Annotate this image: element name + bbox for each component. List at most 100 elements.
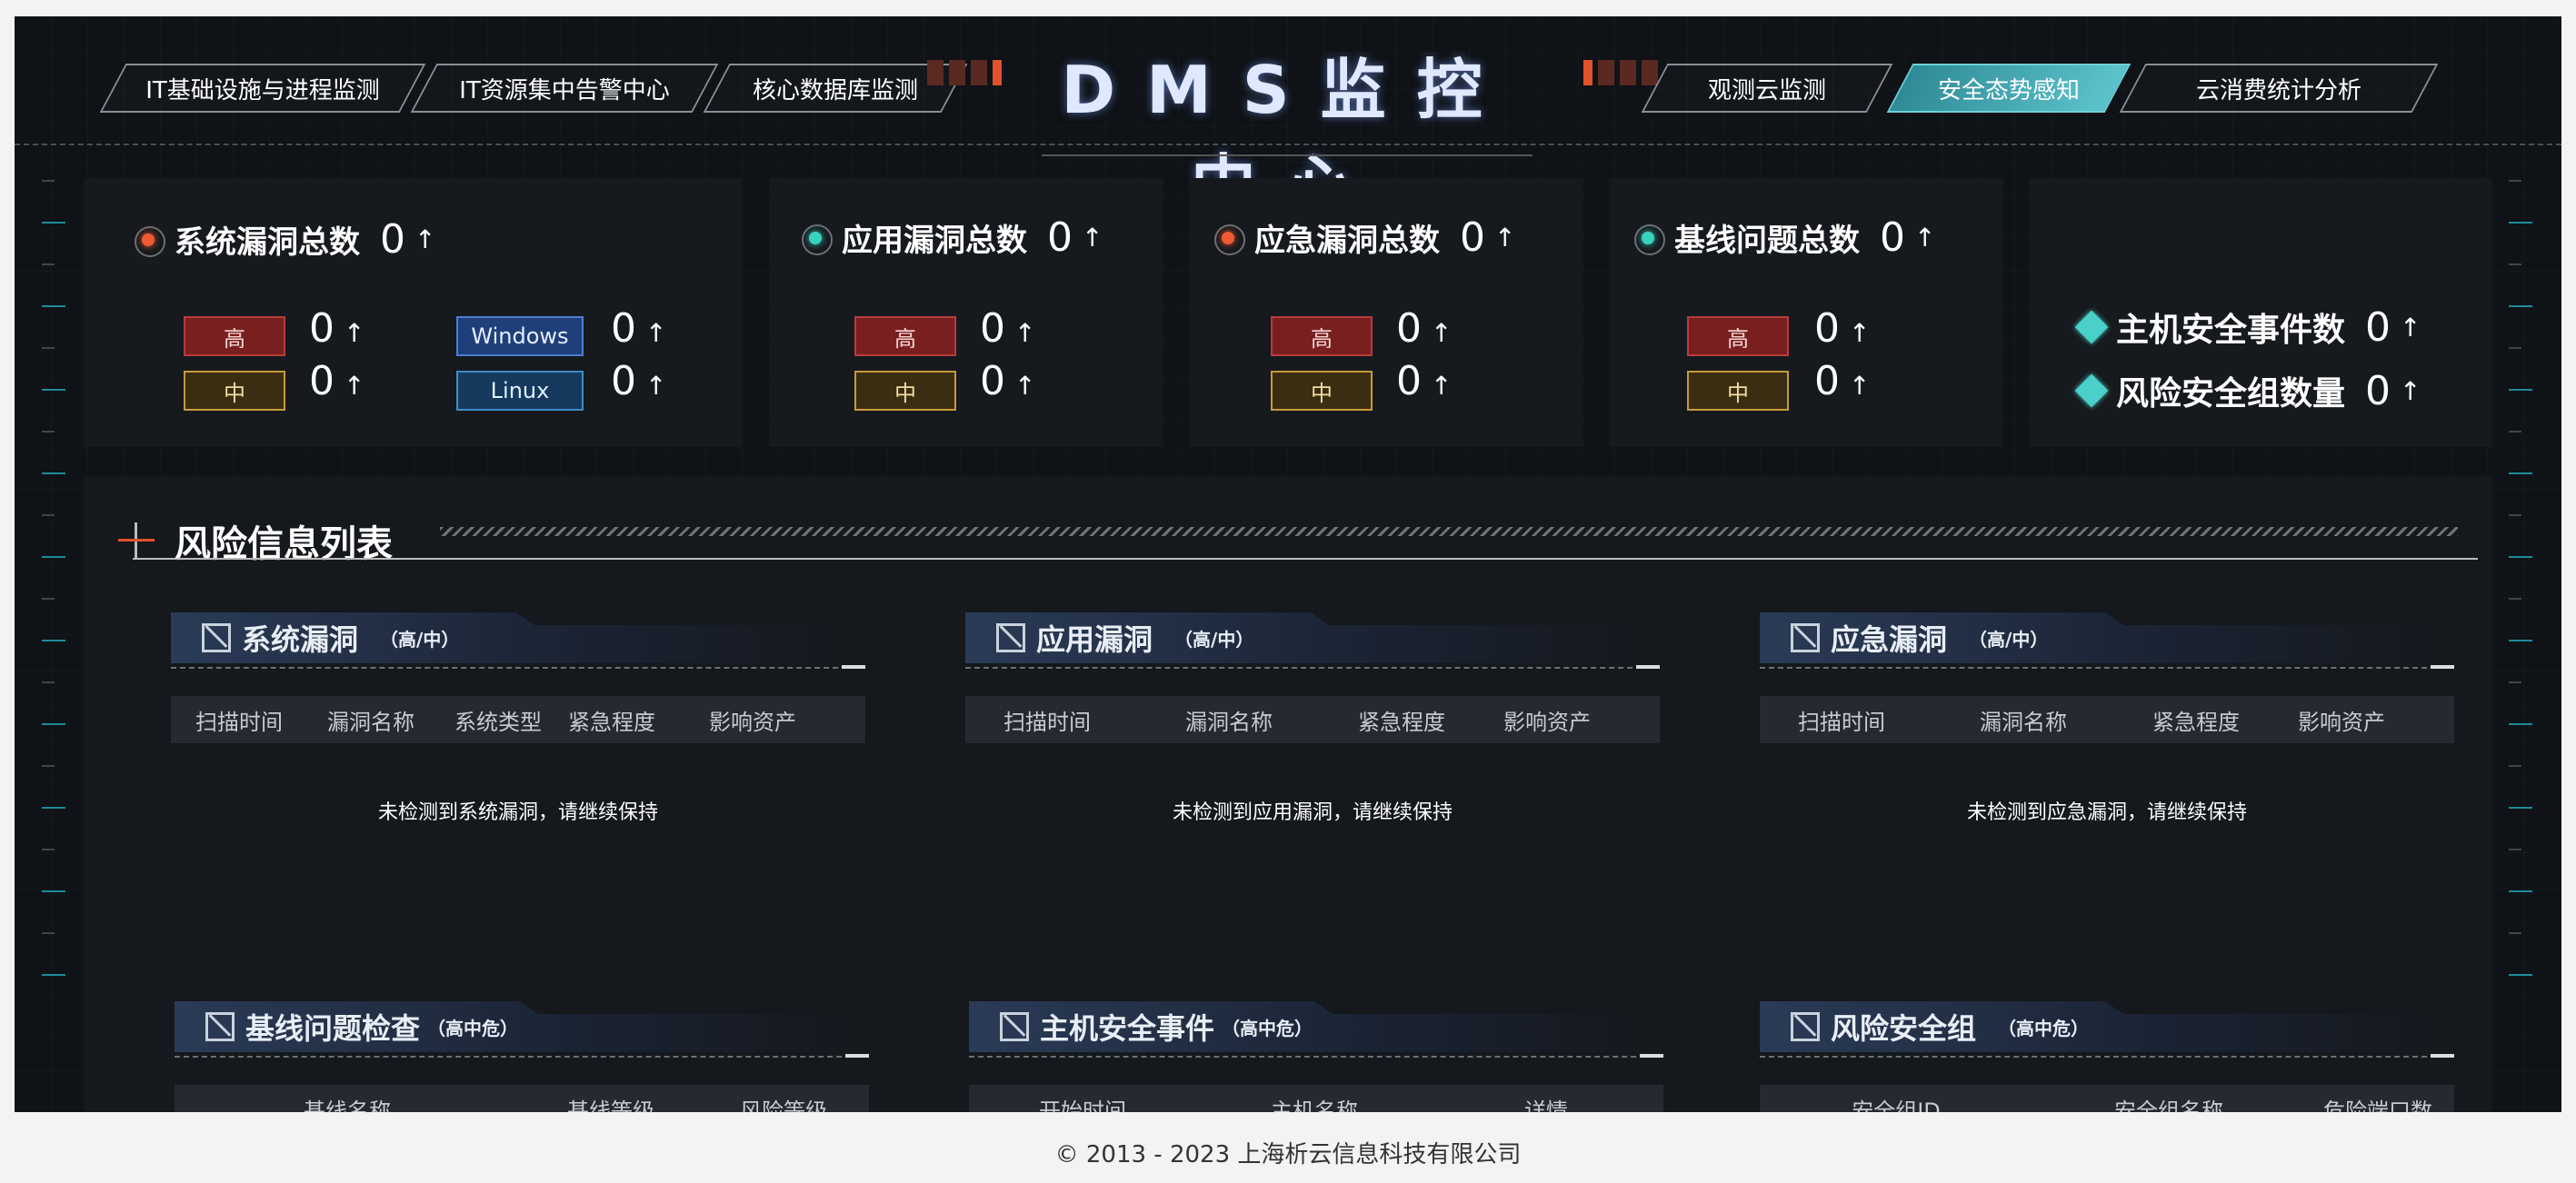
- expand-icon[interactable]: [1791, 623, 1820, 652]
- high-badge: 高: [1687, 316, 1789, 356]
- up-arrow-icon: ↑: [1914, 223, 1936, 253]
- host-events-table: 主机安全事件 （高中危） 开始时间 主机名称 详情: [969, 1001, 1663, 1112]
- app-vuln-total: 0: [1047, 214, 1073, 261]
- panel-system-vuln: 系统漏洞总数 0 ↑ 高 0 ↑ 中 0 ↑ Windows 0 ↑ Linux 0 ↑: [84, 178, 742, 447]
- target-icon: [794, 217, 836, 259]
- expand-icon[interactable]: [1000, 1012, 1029, 1041]
- panel-host-security: 主机安全事件数 0 ↑ 风险安全组数量 0 ↑: [2029, 178, 2492, 447]
- target-icon: [127, 219, 169, 261]
- up-arrow-icon: ↑: [1849, 318, 1871, 348]
- header: IT基础设施与进程监测 IT资源集中告警中心 核心数据库监测 DMS监控中心 观…: [15, 16, 2561, 224]
- diamond-icon: [2074, 373, 2109, 408]
- risk-title-underline: [133, 558, 2478, 560]
- dash-divider: [175, 1054, 869, 1065]
- tab-security-situation[interactable]: 安全态势感知: [1886, 64, 2132, 113]
- risk-security-group-table: 风险安全组 （高中危） 安全组ID 安全组名称 危险端口数: [1760, 1001, 2454, 1112]
- up-arrow-icon: ↑: [344, 371, 365, 401]
- up-arrow-icon: ↑: [1431, 318, 1453, 348]
- header-deco-right: [1583, 60, 1658, 85]
- expand-icon[interactable]: [205, 1012, 235, 1041]
- risk-title-stripes: [440, 527, 2458, 536]
- up-arrow-icon: ↑: [2400, 375, 2421, 406]
- system-vuln-table-header: 系统漏洞 （高/中）: [171, 612, 865, 663]
- host-events-table-header: 主机安全事件 （高中危）: [969, 1001, 1663, 1052]
- panel-emergency-vuln: 应急漏洞总数 0 ↑ 高 0 ↑ 中 0 ↑: [1189, 178, 1583, 447]
- diamond-icon: [2074, 310, 2109, 344]
- host-events-stat: 主机安全事件数 0 ↑: [2074, 303, 2421, 351]
- header-divider-center: [1042, 154, 1533, 160]
- system-vuln-total: 0: [380, 216, 405, 263]
- system-vuln-title: 系统漏洞总数 0 ↑: [127, 216, 435, 263]
- system-vuln-high-value: 0 ↑: [309, 305, 365, 352]
- table-head: 扫描时间 漏洞名称 系统类型 紧急程度 影响资产: [171, 696, 865, 743]
- high-badge: 高: [1271, 316, 1373, 356]
- high-badge: 高: [184, 316, 285, 356]
- up-arrow-icon: ↑: [1494, 223, 1516, 253]
- mid-badge: 中: [184, 371, 285, 411]
- up-arrow-icon: ↑: [1082, 223, 1103, 253]
- dash-divider: [969, 1054, 1663, 1065]
- header-divider: [15, 144, 2561, 153]
- system-vuln-linux-value: 0 ↑: [611, 358, 667, 404]
- emergency-vuln-table: 应急漏洞 （高/中） 扫描时间 漏洞名称 紧急程度 影响资产 未检测到应急漏洞，请…: [1760, 612, 2454, 825]
- empty-message: 未检测到系统漏洞，请继续保持: [377, 801, 658, 824]
- baseline-mid-value: 0 ↑: [1814, 358, 1871, 404]
- table-head: 扫描时间 漏洞名称 紧急程度 影响资产: [1760, 696, 2454, 743]
- emergency-vuln-table-header: 应急漏洞 （高/中）: [1760, 612, 2454, 663]
- empty-message: 未检测到应用漏洞，请继续保持: [1172, 801, 1453, 824]
- emergency-vuln-mid-value: 0 ↑: [1396, 358, 1453, 404]
- empty-message: 未检测到应急漏洞，请继续保持: [1966, 801, 2247, 824]
- tab-core-database[interactable]: 核心数据库监测: [703, 64, 968, 113]
- risk-groups-stat: 风险安全组数量 0 ↑: [2074, 367, 2421, 414]
- up-arrow-icon: ↑: [645, 318, 667, 348]
- dashboard-screen: IT基础设施与进程监测 IT资源集中告警中心 核心数据库监测 DMS监控中心 观…: [15, 16, 2561, 1112]
- system-vuln-windows-value: 0 ↑: [611, 305, 667, 352]
- tab-it-infrastructure[interactable]: IT基础设施与进程监测: [99, 64, 426, 113]
- up-arrow-icon: ↑: [344, 318, 365, 348]
- baseline-check-table-header: 基线问题检查 （高中危）: [175, 1001, 869, 1052]
- up-arrow-icon: ↑: [1014, 318, 1036, 348]
- table-head: 安全组ID 安全组名称 危险端口数: [1760, 1085, 2454, 1112]
- windows-badge: Windows: [456, 316, 584, 356]
- risk-info-section: 风险信息列表 系统漏洞 （高/中） 扫描时间 漏洞名称 系统类型 紧急程度 影响资…: [84, 476, 2492, 1112]
- risk-security-group-table-header: 风险安全组 （高中危）: [1760, 1001, 2454, 1052]
- dash-divider: [171, 665, 865, 676]
- dash-divider: [1760, 1054, 2454, 1065]
- tab-cloud-cost[interactable]: 云消费统计分析: [2119, 64, 2439, 113]
- target-icon: [1627, 217, 1669, 259]
- emergency-vuln-high-value: 0 ↑: [1396, 305, 1453, 352]
- expand-icon[interactable]: [202, 623, 231, 652]
- emergency-vuln-total: 0: [1460, 214, 1485, 261]
- panel-app-vuln: 应用漏洞总数 0 ↑ 高 0 ↑ 中 0 ↑: [769, 178, 1163, 447]
- table-head: 基线名称 基线等级 风险等级: [175, 1085, 869, 1112]
- left-ticks: [42, 180, 69, 1089]
- app-vuln-mid-value: 0 ↑: [980, 358, 1036, 404]
- emergency-vuln-title: 应急漏洞总数 0 ↑: [1207, 214, 1515, 261]
- up-arrow-icon: ↑: [414, 224, 436, 254]
- up-arrow-icon: ↑: [1849, 371, 1871, 401]
- up-arrow-icon: ↑: [645, 371, 667, 401]
- linux-badge: Linux: [456, 371, 584, 411]
- app-vuln-table-header: 应用漏洞 （高/中）: [965, 612, 1660, 663]
- up-arrow-icon: ↑: [2400, 312, 2421, 343]
- app-vuln-title: 应用漏洞总数 0 ↑: [794, 214, 1103, 261]
- app-vuln-table: 应用漏洞 （高/中） 扫描时间 漏洞名称 紧急程度 影响资产 未检测到应用漏洞，请…: [965, 612, 1660, 825]
- mid-badge: 中: [854, 371, 956, 411]
- expand-icon[interactable]: [996, 623, 1025, 652]
- tab-it-alert-center[interactable]: IT资源集中告警中心: [410, 64, 719, 113]
- baseline-check-table: 基线问题检查 （高中危） 基线名称 基线等级 风险等级: [175, 1001, 869, 1112]
- tab-observability[interactable]: 观测云监测: [1641, 64, 1893, 113]
- system-vuln-table: 系统漏洞 （高/中） 扫描时间 漏洞名称 系统类型 紧急程度 影响资产 未检测到系…: [171, 612, 865, 825]
- move-icon: [116, 521, 156, 561]
- table-head: 开始时间 主机名称 详情: [969, 1085, 1663, 1112]
- up-arrow-icon: ↑: [1431, 371, 1453, 401]
- panel-baseline: 基线问题总数 0 ↑ 高 0 ↑ 中 0 ↑: [1609, 178, 2003, 447]
- baseline-high-value: 0 ↑: [1814, 305, 1871, 352]
- expand-icon[interactable]: [1791, 1012, 1820, 1041]
- right-ticks: [2509, 180, 2536, 1089]
- mid-badge: 中: [1687, 371, 1789, 411]
- app-vuln-high-value: 0 ↑: [980, 305, 1036, 352]
- system-vuln-mid-value: 0 ↑: [309, 358, 365, 404]
- baseline-total: 0: [1880, 214, 1905, 261]
- table-head: 扫描时间 漏洞名称 紧急程度 影响资产: [965, 696, 1660, 743]
